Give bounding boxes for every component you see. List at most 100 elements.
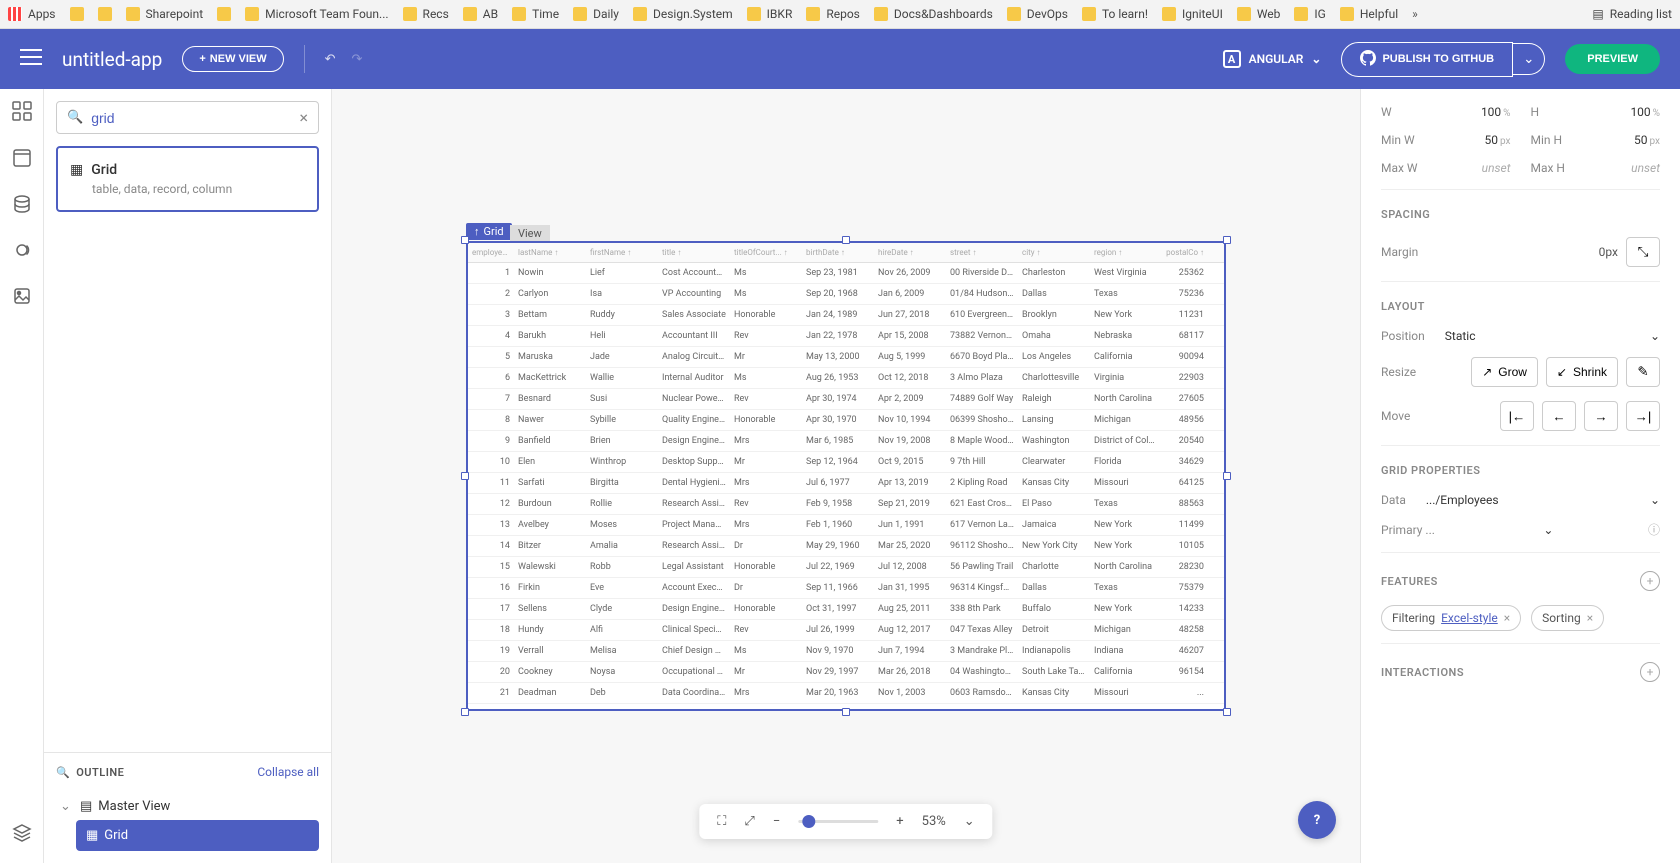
shrink-button[interactable]: ↙Shrink [1546,357,1618,387]
zoom-in-button[interactable]: + [896,814,903,829]
menu-button[interactable] [20,49,42,69]
primary-key-select[interactable]: ⌄ ⓘ [1455,521,1660,538]
bookmark-item[interactable]: DevOps [1007,7,1068,21]
table-row[interactable]: 15WalewskiRobbLegal AssistantHonorableJu… [468,557,1224,578]
margin-value[interactable]: 0px [1599,245,1618,259]
column-header[interactable]: street ↑ [946,243,1018,262]
column-header[interactable]: title ↑ [658,243,730,262]
sorting-chip[interactable]: Sorting × [1531,605,1604,631]
bookmark-item[interactable]: Recs [403,7,449,21]
bookmark-item[interactable]: Helpful [1340,7,1398,21]
height-value[interactable]: 100% [1630,105,1660,119]
table-row[interactable]: 7BesnardSusiNuclear Power E...RevApr 30,… [468,389,1224,410]
resize-handle-right[interactable] [1223,472,1231,480]
move-right-button[interactable]: → [1584,401,1618,431]
zoom-slider[interactable] [798,820,878,823]
column-header[interactable]: birthDate ↑ [802,243,874,262]
table-row[interactable]: 18HundyAlfiClinical SpecialistRevJul 26,… [468,620,1224,641]
add-interaction-button[interactable]: + [1640,662,1660,682]
tree-master-view[interactable]: ⌄ ▤ Master View [56,793,319,820]
grid-component[interactable]: employeeID ↑lastName ↑firstName ↑title ↑… [466,241,1226,711]
assets-tab[interactable] [13,287,31,309]
theme-tab[interactable] [13,241,31,263]
column-header[interactable]: hireDate ↑ [874,243,946,262]
design-canvas[interactable]: ↑ Grid View employeeID ↑lastName ↑firstN… [332,89,1360,863]
table-row[interactable]: 11SarfatiBirgittaDental HygienistMrsJul … [468,473,1224,494]
components-tab[interactable] [12,101,32,125]
fullscreen-button[interactable]: ⤢ [744,814,754,829]
bookmark-item[interactable]: Repos [806,7,860,21]
table-row[interactable]: 3BettamRuddySales AssociateHonorableJan … [468,305,1224,326]
add-feature-button[interactable]: + [1640,571,1660,591]
maxw-value[interactable]: unset [1482,161,1511,175]
move-end-button[interactable]: →| [1626,401,1660,431]
column-header[interactable]: city ↑ [1018,243,1090,262]
bookmark-item[interactable] [70,7,84,21]
component-grid-card[interactable]: ▦ Grid table, data, record, column [56,146,319,212]
views-tab[interactable] [13,149,31,171]
table-row[interactable]: 4BarukhHeliAccountant IIIRevJan 22, 1978… [468,326,1224,347]
bookmark-item[interactable]: IgniteUI [1162,7,1223,21]
table-row[interactable]: 6MacKettrickWallieInternal AuditorMsAug … [468,368,1224,389]
resize-handle-top[interactable] [842,236,850,244]
bookmark-item[interactable]: Time [512,7,559,21]
layers-button[interactable] [12,823,32,847]
bookmark-item[interactable]: IG [1294,7,1325,21]
fit-screen-button[interactable]: ⛶ [717,814,726,829]
bookmark-item[interactable]: AB [463,7,498,21]
filtering-mode-link[interactable]: Excel-style [1441,611,1498,625]
table-row[interactable]: 9BanfieldBrienDesign EngineerMrsMar 6, 1… [468,431,1224,452]
move-left-button[interactable]: ← [1542,401,1576,431]
bookmark-item[interactable]: Apps [8,7,56,21]
table-row[interactable]: 20CookneyNoysaOccupational The...MrNov 2… [468,662,1224,683]
bookmark-item[interactable] [98,7,112,21]
resize-handle-bl[interactable] [461,708,469,716]
table-row[interactable]: 12BurdounRollieResearch Assista...RevFeb… [468,494,1224,515]
publish-dropdown[interactable]: ⌄ [1513,43,1545,75]
bookmark-item[interactable]: To learn! [1082,7,1148,21]
column-header[interactable]: titleOfCourt... ↑ [730,243,802,262]
column-header[interactable]: lastName ↑ [514,243,586,262]
column-header[interactable]: employeeID ↑ [468,243,514,262]
info-icon[interactable]: ⓘ [1648,521,1660,538]
search-input[interactable] [91,110,291,126]
table-row[interactable]: 21DeadmanDebData CoordinatorMrsMar 20, 1… [468,683,1224,704]
resize-handle-tl[interactable] [461,236,469,244]
framework-selector[interactable]: A ANGULAR ⌄ [1223,50,1322,68]
table-row[interactable]: 19VerrallMelisaChief Design Eng...MsNov … [468,641,1224,662]
bookmark-item[interactable]: IBKR [747,7,793,21]
bookmark-item[interactable]: Daily [573,7,619,21]
resize-handle-left[interactable] [461,472,469,480]
data-tab[interactable] [13,195,31,217]
undo-button[interactable]: ↶ [325,52,336,67]
maxh-value[interactable]: unset [1631,161,1660,175]
table-row[interactable]: 14BitzerAmaliaResearch Assista...DrMay 2… [468,536,1224,557]
move-start-button[interactable]: |← [1500,401,1534,431]
filtering-chip[interactable]: Filtering Excel-style × [1381,605,1521,631]
resize-none-button[interactable]: ✎ [1626,357,1660,387]
data-source-select[interactable]: .../Employees⌄ [1426,493,1660,507]
bookmark-item[interactable]: Web [1237,7,1281,21]
bookmark-item[interactable]: Design.System [633,7,733,21]
table-row[interactable]: 1NowinLiefCost AccountantMsSep 23, 1981N… [468,263,1224,284]
bookmark-item[interactable]: Microsoft Team Foun... [245,7,388,21]
help-button[interactable]: ? [1298,801,1336,839]
minh-value[interactable]: 50px [1634,133,1660,147]
clear-search-button[interactable]: × [299,108,308,127]
remove-filtering-button[interactable]: × [1504,611,1510,625]
chevron-down-icon[interactable]: ⌄ [60,799,74,814]
tree-grid-item[interactable]: ▦ Grid [76,820,319,851]
table-row[interactable]: 2CarlyonIsaVP AccountingMsSep 20, 1968Ja… [468,284,1224,305]
bookmark-item[interactable]: Docs&Dashboards [874,7,993,21]
table-row[interactable]: 13AvelbeyMosesProject ManagerMrsFeb 1, 1… [468,515,1224,536]
reading-list-link[interactable]: ▤ Reading list [1592,7,1672,21]
grow-button[interactable]: ↗Grow [1471,357,1538,387]
table-row[interactable]: 16FirkinEveAccount ExecutiveDrSep 11, 19… [468,578,1224,599]
column-header[interactable]: firstName ↑ [586,243,658,262]
resize-handle-bottom[interactable] [842,708,850,716]
collapse-all-link[interactable]: Collapse all [257,765,319,779]
margin-expand-button[interactable]: ⤡ [1626,237,1660,267]
bookmarks-overflow[interactable]: » [1412,7,1418,21]
zoom-out-button[interactable]: − [773,814,780,829]
table-row[interactable]: 10ElenWinthropDesktop Support...MrSep 12… [468,452,1224,473]
